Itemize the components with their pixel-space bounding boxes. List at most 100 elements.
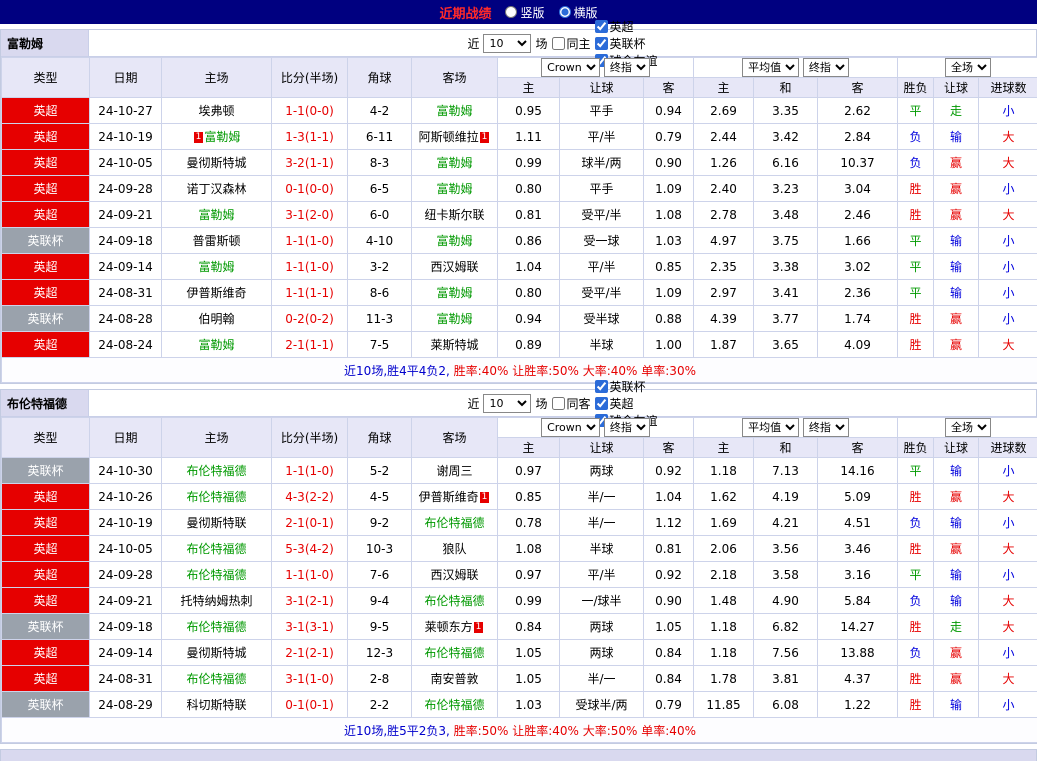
home-team-cell[interactable]: 布伦特福德 bbox=[162, 562, 272, 588]
away-team-cell[interactable]: 富勒姆 bbox=[412, 150, 498, 176]
away-team-cell[interactable]: 南安普敦 bbox=[412, 666, 498, 692]
score-cell[interactable]: 0-1(0-0) bbox=[272, 176, 348, 202]
score-cell[interactable]: 1-1(1-0) bbox=[272, 228, 348, 254]
fulltime-scope-select[interactable]: 全场 bbox=[945, 58, 991, 77]
result-cell: 胜 bbox=[898, 332, 934, 358]
score-cell[interactable]: 2-1(1-1) bbox=[272, 332, 348, 358]
euro-final-select[interactable]: 终指 bbox=[803, 58, 849, 77]
home-team-cell[interactable]: 布伦特福德 bbox=[162, 536, 272, 562]
score-cell[interactable]: 3-1(2-1) bbox=[272, 588, 348, 614]
result-cell: 平 bbox=[898, 254, 934, 280]
home-team-cell[interactable]: 普雷斯顿 bbox=[162, 228, 272, 254]
away-team-cell[interactable]: 富勒姆 bbox=[412, 176, 498, 202]
score-cell[interactable]: 4-3(2-2) bbox=[272, 484, 348, 510]
horizontal-radio-input[interactable] bbox=[559, 6, 571, 18]
same-venue-checkbox[interactable] bbox=[552, 397, 565, 410]
home-team-cell[interactable]: 科切斯特联 bbox=[162, 692, 272, 718]
team-name-text: 谢周三 bbox=[436, 464, 472, 478]
same-venue-filter[interactable]: 同主 bbox=[552, 35, 591, 52]
home-team-cell[interactable]: 布伦特福德 bbox=[162, 484, 272, 510]
league-filter[interactable]: 英联杯 bbox=[595, 378, 658, 395]
team-name-text: 富勒姆 bbox=[436, 312, 472, 326]
home-team-cell[interactable]: 诺丁汉森林 bbox=[162, 176, 272, 202]
match-count-select[interactable]: 10 bbox=[483, 34, 531, 53]
home-team-cell[interactable]: 富勒姆 bbox=[162, 202, 272, 228]
bookmaker-select[interactable]: Crown bbox=[541, 418, 600, 437]
home-team-cell[interactable]: 伯明翰 bbox=[162, 306, 272, 332]
home-team-cell[interactable]: 富勒姆 bbox=[162, 254, 272, 280]
layout-radio-horizontal[interactable]: 横版 bbox=[559, 4, 598, 21]
home-team-cell[interactable]: 伊普斯维奇 bbox=[162, 280, 272, 306]
away-team-cell[interactable]: 谢周三 bbox=[412, 458, 498, 484]
vertical-radio-input[interactable] bbox=[505, 6, 517, 18]
score-cell[interactable]: 2-1(2-1) bbox=[272, 640, 348, 666]
match-count-select[interactable]: 10 bbox=[483, 394, 531, 413]
fulltime-scope-select[interactable]: 全场 bbox=[945, 418, 991, 437]
away-team-cell[interactable]: 莱斯特城 bbox=[412, 332, 498, 358]
home-team-cell[interactable]: 托特纳姆热刺 bbox=[162, 588, 272, 614]
away-team-cell[interactable]: 伊普斯维奇1 bbox=[412, 484, 498, 510]
euro-final-select[interactable]: 终指 bbox=[803, 418, 849, 437]
score-cell[interactable]: 5-3(4-2) bbox=[272, 536, 348, 562]
away-team-cell[interactable]: 西汉姆联 bbox=[412, 254, 498, 280]
bookmaker-select[interactable]: Crown bbox=[541, 58, 600, 77]
score-cell[interactable]: 3-2(1-1) bbox=[272, 150, 348, 176]
league-filter[interactable]: 英超 bbox=[595, 395, 658, 412]
asian-final-select[interactable]: 终指 bbox=[604, 418, 650, 437]
home-team-cell[interactable]: 曼彻斯特联 bbox=[162, 510, 272, 536]
away-team-cell[interactable]: 西汉姆联 bbox=[412, 562, 498, 588]
league-filter[interactable]: 英超 bbox=[595, 18, 658, 35]
goals-cell: 大 bbox=[979, 588, 1037, 614]
away-team-cell[interactable]: 富勒姆 bbox=[412, 280, 498, 306]
away-team-cell[interactable]: 阿斯顿维拉1 bbox=[412, 124, 498, 150]
away-team-cell[interactable]: 富勒姆 bbox=[412, 98, 498, 124]
league-filter[interactable]: 英联杯 bbox=[595, 35, 658, 52]
away-team-cell[interactable]: 狼队 bbox=[412, 536, 498, 562]
team-name-text: 纽卡斯尔联 bbox=[424, 208, 484, 222]
home-team-cell[interactable]: 埃弗顿 bbox=[162, 98, 272, 124]
score-cell[interactable]: 3-1(1-0) bbox=[272, 666, 348, 692]
away-team-cell[interactable]: 纽卡斯尔联 bbox=[412, 202, 498, 228]
same-venue-checkbox[interactable] bbox=[552, 37, 565, 50]
home-team-cell[interactable]: 富勒姆 bbox=[162, 332, 272, 358]
score-cell[interactable]: 1-1(1-0) bbox=[272, 562, 348, 588]
same-venue-filter[interactable]: 同客 bbox=[552, 395, 591, 412]
score-cell[interactable]: 3-1(3-1) bbox=[272, 614, 348, 640]
handicap-result-cell: 走 bbox=[934, 98, 979, 124]
away-team-cell[interactable]: 布伦特福德 bbox=[412, 510, 498, 536]
home-team-cell[interactable]: 曼彻斯特城 bbox=[162, 150, 272, 176]
euro-draw-odds-cell: 3.23 bbox=[754, 176, 818, 202]
euro-average-select[interactable]: 平均值 bbox=[742, 418, 799, 437]
score-cell[interactable]: 0-1(0-1) bbox=[272, 692, 348, 718]
score-cell[interactable]: 1-1(1-1) bbox=[272, 280, 348, 306]
home-team-cell[interactable]: 布伦特福德 bbox=[162, 614, 272, 640]
score-cell[interactable]: 2-1(0-1) bbox=[272, 510, 348, 536]
away-team-cell[interactable]: 布伦特福德 bbox=[412, 640, 498, 666]
home-team-cell[interactable]: 曼彻斯特城 bbox=[162, 640, 272, 666]
league-filter-checkbox[interactable] bbox=[595, 397, 608, 410]
score-cell[interactable]: 1-1(0-0) bbox=[272, 98, 348, 124]
league-filter-checkbox[interactable] bbox=[595, 37, 608, 50]
euro-home-odds-cell: 1.78 bbox=[694, 666, 754, 692]
home-team-cell[interactable]: 布伦特福德 bbox=[162, 666, 272, 692]
score-cell[interactable]: 1-1(1-0) bbox=[272, 254, 348, 280]
home-team-cell[interactable]: 布伦特福德 bbox=[162, 458, 272, 484]
layout-radio-vertical[interactable]: 竖版 bbox=[505, 4, 544, 21]
league-filter-checkbox[interactable] bbox=[595, 380, 608, 393]
away-team-cell[interactable]: 布伦特福德 bbox=[412, 692, 498, 718]
score-cell[interactable]: 1-1(1-0) bbox=[272, 458, 348, 484]
league-filter-checkbox[interactable] bbox=[595, 20, 608, 33]
home-team-cell[interactable]: 1富勒姆 bbox=[162, 124, 272, 150]
score-cell[interactable]: 3-1(2-0) bbox=[272, 202, 348, 228]
away-team-cell[interactable]: 富勒姆 bbox=[412, 228, 498, 254]
away-team-cell[interactable]: 布伦特福德 bbox=[412, 588, 498, 614]
asian-final-select[interactable]: 终指 bbox=[604, 58, 650, 77]
goals-cell: 大 bbox=[979, 666, 1037, 692]
col-result: 胜负 bbox=[898, 438, 934, 458]
away-team-cell[interactable]: 莱顿东方1 bbox=[412, 614, 498, 640]
score-cell[interactable]: 0-2(0-2) bbox=[272, 306, 348, 332]
euro-average-select[interactable]: 平均值 bbox=[742, 58, 799, 77]
away-team-cell[interactable]: 富勒姆 bbox=[412, 306, 498, 332]
score-cell[interactable]: 1-3(1-1) bbox=[272, 124, 348, 150]
euro-away-odds-cell: 10.37 bbox=[818, 150, 898, 176]
